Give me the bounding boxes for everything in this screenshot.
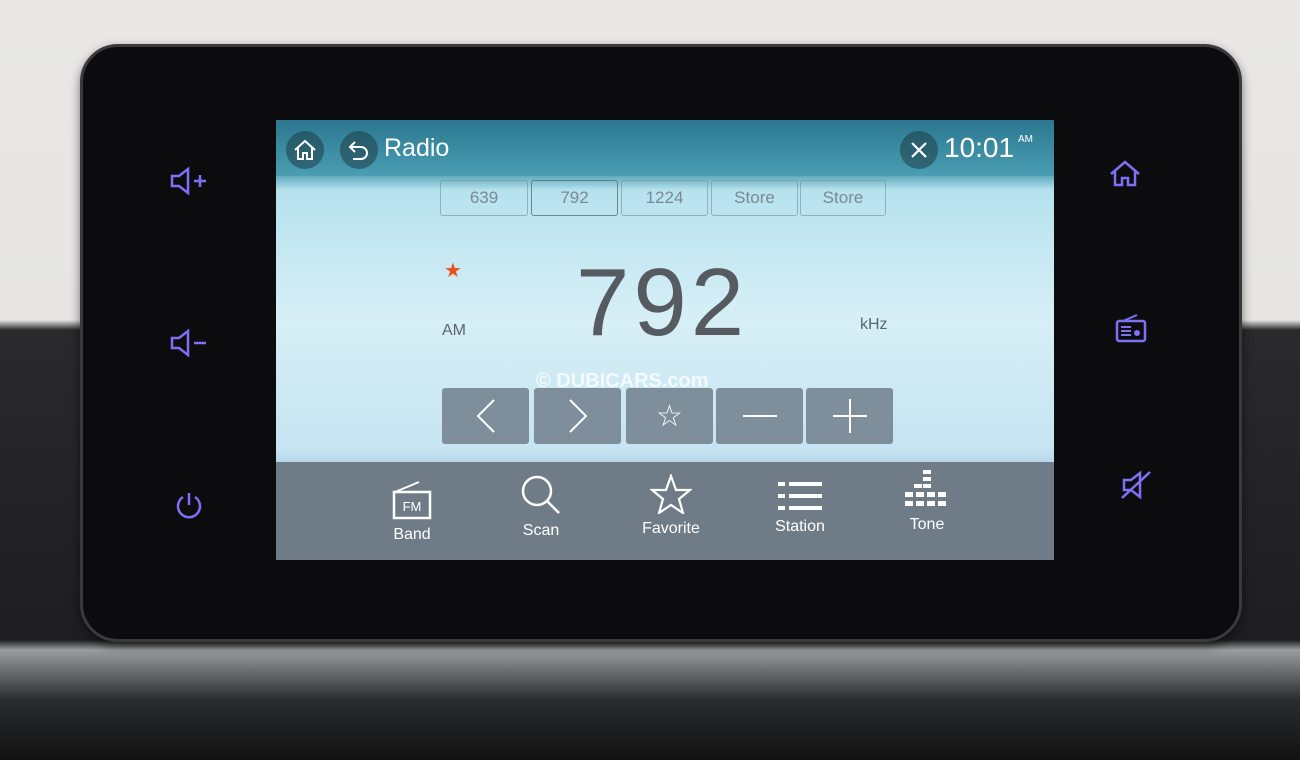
radio-button[interactable] (1111, 308, 1151, 348)
tab-scan[interactable]: Scan (491, 466, 591, 540)
power-button[interactable] (169, 485, 209, 525)
tab-label: Band (393, 526, 431, 543)
tab-favorite[interactable]: Favorite (621, 464, 721, 538)
tab-label: Scan (522, 522, 560, 539)
preset-1[interactable]: 639 (440, 180, 528, 216)
clock-ampm: AM (1018, 134, 1033, 145)
favorite-indicator-icon: ★ (444, 260, 462, 282)
tune-down-button[interactable] (716, 388, 803, 444)
home-icon (294, 139, 316, 160)
add-favorite-button[interactable]: ☆ (626, 388, 713, 444)
radio-icon (1115, 314, 1147, 343)
back-icon (348, 141, 368, 160)
tune-up-button[interactable] (806, 388, 893, 444)
star-icon: ☆ (656, 399, 683, 433)
header-bar: Radio 10:01 AM (276, 120, 1054, 176)
minus-icon (742, 415, 777, 417)
volume-down-button[interactable] (170, 323, 210, 363)
mute-icon (1121, 470, 1151, 500)
preset-4[interactable]: Store (711, 180, 798, 216)
radio-screen: Radio 10:01 AM 639 792 1224 Store Store … (276, 120, 1054, 560)
list-icon (778, 482, 822, 510)
mute-button[interactable] (1117, 465, 1157, 505)
power-icon (176, 493, 202, 519)
chevron-right-icon (568, 399, 587, 433)
tab-station[interactable]: Station (750, 462, 850, 536)
back-button[interactable] (340, 131, 378, 169)
page-title: Radio (384, 134, 450, 162)
tab-label: Station (775, 518, 825, 535)
close-icon (911, 142, 927, 158)
preset-5[interactable]: Store (800, 180, 886, 216)
tab-band[interactable]: FM Band (362, 470, 462, 544)
tab-label: Favorite (642, 520, 700, 537)
unit-label: kHz (860, 316, 888, 333)
preset-2[interactable]: 792 (531, 180, 618, 216)
tab-label: Tone (909, 516, 945, 533)
home-button[interactable] (286, 131, 324, 169)
bottom-tab-bar: FM Band Scan Favorite Station Tone (276, 462, 1054, 560)
svg-text:FM: FM (403, 499, 422, 514)
close-button[interactable] (900, 131, 938, 169)
band-label: AM (442, 322, 466, 339)
preset-3[interactable]: 1224 (621, 180, 708, 216)
chevron-left-icon (476, 399, 495, 433)
fm-radio-icon: FM (392, 481, 432, 520)
frequency-display: 792 (576, 249, 749, 356)
volume-down-icon (170, 328, 206, 358)
volume-up-icon (170, 166, 206, 196)
tab-tone[interactable]: Tone (877, 460, 977, 534)
clock: 10:01 (944, 132, 1015, 163)
seek-up-button[interactable] (534, 388, 621, 444)
home-button[interactable] (1105, 154, 1145, 194)
seek-down-button[interactable] (442, 388, 529, 444)
star-icon (650, 474, 692, 514)
plus-icon (832, 399, 867, 433)
volume-up-button[interactable] (170, 161, 210, 201)
search-icon (521, 475, 560, 514)
equalizer-icon (905, 470, 946, 506)
home-icon (1110, 160, 1140, 187)
